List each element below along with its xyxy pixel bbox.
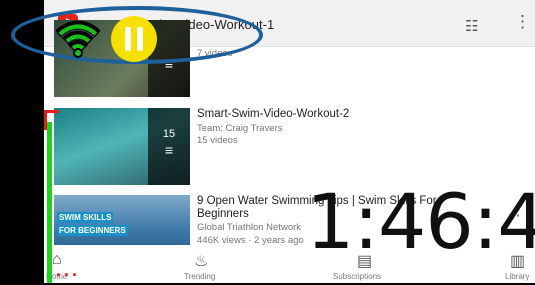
tune-icon[interactable]: ☷ (465, 17, 478, 35)
nav-label-library[interactable]: Library (505, 272, 529, 281)
progress-bar (47, 122, 52, 283)
workout-timer: 1:46:4 (306, 177, 535, 266)
playlist-thumbnail[interactable]: 15 ≡ (54, 108, 190, 185)
nav-label-trending[interactable]: Trending (184, 272, 215, 281)
video-count: 15 (162, 128, 176, 140)
more-vert-icon[interactable]: ⋮ (514, 13, 531, 30)
playlist-icon: ≡ (164, 142, 174, 158)
pause-button[interactable] (111, 16, 157, 62)
playlist-meta: 15 videos (197, 135, 238, 146)
status-dots: ··· (56, 265, 80, 285)
playlist-title: Smart-Swim-Video-Workout-2 (197, 108, 350, 120)
channel-name: Global Triathlon Network (197, 222, 302, 233)
flame-icon[interactable]: ♨ (194, 251, 208, 271)
playlist-item[interactable]: 15 ≡ Smart-Swim-Video-Workout-2 Team: Cr… (44, 108, 535, 185)
wifi-icon (56, 20, 100, 58)
thumbnail-caption: SWIM SKILLS (57, 212, 114, 223)
nav-label-subscriptions[interactable]: Subscriptions (333, 272, 381, 281)
channel-name: Team: Craig Travers (197, 123, 283, 134)
thumbnail-caption: FOR BEGINNERS (57, 225, 128, 236)
